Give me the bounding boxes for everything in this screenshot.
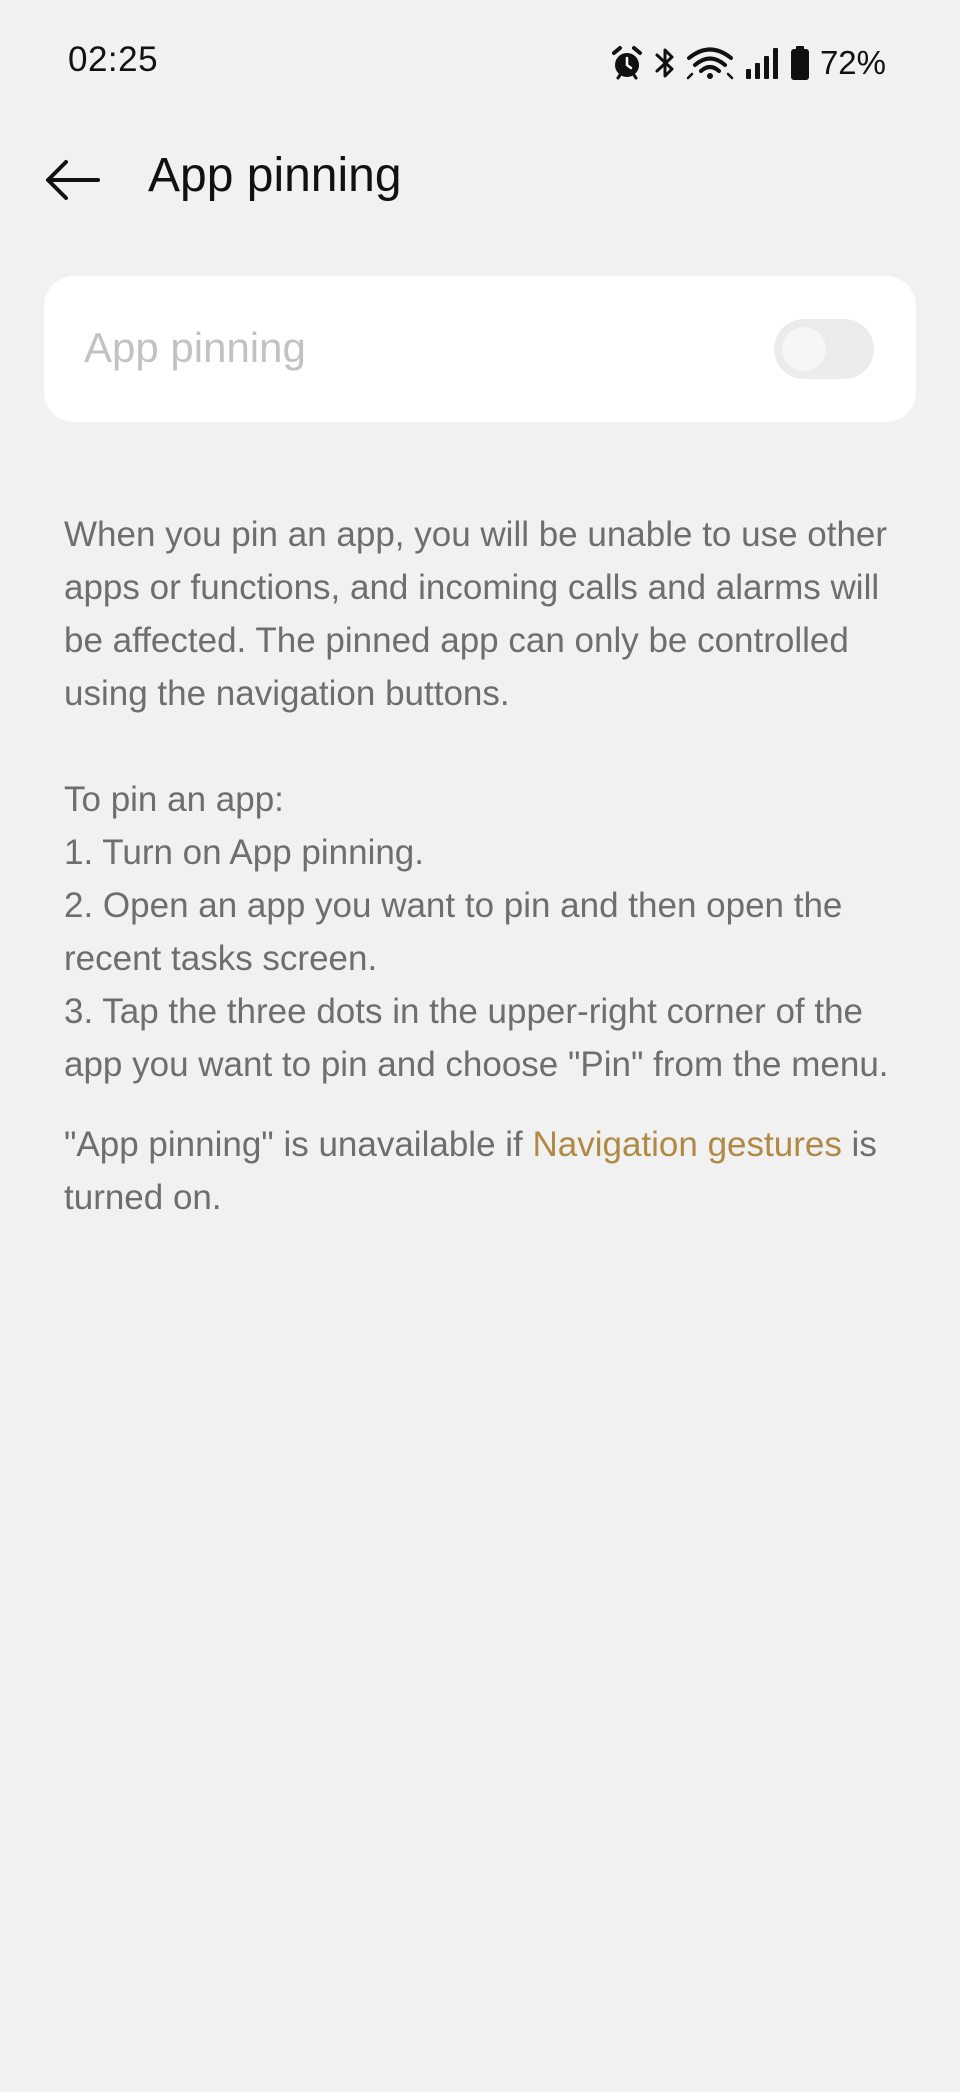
signal-icon [744, 45, 780, 81]
battery-percent: 72% [819, 44, 886, 81]
battery-icon [790, 45, 810, 81]
steps-heading: To pin an app: [64, 780, 284, 819]
app-pinning-description: When you pin an app, you will be unable … [64, 508, 914, 1224]
step-1: 1. Turn on App pinning. [64, 833, 424, 872]
status-bar: 02:25 72% [0, 0, 960, 124]
app-pinning-label: App pinning [84, 324, 306, 371]
toggle-knob [782, 327, 826, 371]
app-bar: App pinning [0, 124, 960, 234]
step-2: 2. Open an app you want to pin and then … [64, 886, 843, 978]
bluetooth-icon [654, 45, 676, 81]
back-button[interactable] [34, 144, 110, 220]
step-3: 3. Tap the three dots in the upper-right… [64, 992, 889, 1084]
status-icons: 72% [610, 42, 886, 84]
app-pinning-setting-card: App pinning [44, 276, 916, 422]
intro-text: When you pin an app, you will be unable … [64, 515, 888, 713]
app-pinning-toggle[interactable] [774, 319, 874, 379]
navigation-gestures-link[interactable]: Navigation gestures [532, 1125, 841, 1164]
wifi-icon [686, 45, 734, 81]
page-title: App pinning [148, 149, 402, 202]
availability-note: "App pinning" is unavailable if Navigati… [64, 1118, 914, 1224]
alarm-icon [610, 45, 644, 81]
arrow-left-icon [42, 156, 102, 209]
note-prefix: "App pinning" is unavailable if [64, 1125, 533, 1164]
app-pinning-screen: 02:25 72% App pinning App pinning When y… [0, 0, 960, 2092]
status-time: 02:25 [68, 40, 159, 79]
